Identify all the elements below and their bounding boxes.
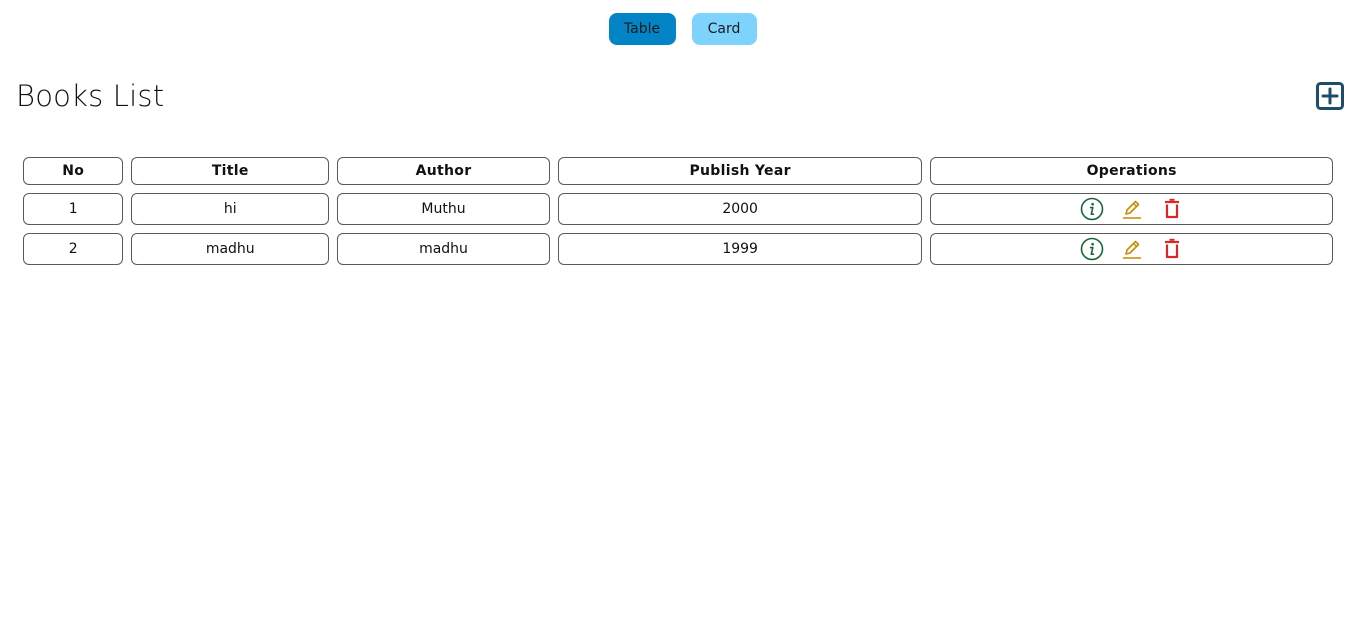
info-circle-icon[interactable]	[1080, 237, 1104, 261]
cell-title: hi	[131, 193, 330, 225]
cell-no: 2	[23, 233, 124, 265]
cell-author: Muthu	[337, 193, 550, 225]
trash-icon[interactable]	[1160, 197, 1184, 221]
add-book-button[interactable]	[1315, 81, 1345, 111]
trash-icon[interactable]	[1160, 237, 1184, 261]
table-row: 1 hi Muthu 2000	[23, 193, 1333, 225]
column-header-no: No	[23, 157, 124, 185]
column-header-title: Title	[131, 157, 330, 185]
cell-publish-year: 2000	[557, 193, 923, 225]
cell-operations	[930, 193, 1333, 225]
cell-author: madhu	[337, 233, 550, 265]
table-row: 2 madhu madhu 1999	[23, 233, 1333, 265]
pencil-edit-icon[interactable]	[1120, 237, 1144, 261]
table-view-button[interactable]: Table	[608, 13, 676, 45]
cell-publish-year: 1999	[557, 233, 923, 265]
cell-title: madhu	[131, 233, 330, 265]
page-header: Books List	[16, 78, 1345, 114]
view-toggle: Table Card	[0, 13, 1365, 45]
table-header-row: No Title Author Publish Year Operations	[23, 157, 1333, 185]
cell-no: 1	[23, 193, 124, 225]
info-circle-icon[interactable]	[1080, 197, 1104, 221]
card-view-button[interactable]: Card	[691, 13, 757, 45]
add-square-icon	[1315, 82, 1345, 114]
column-header-author: Author	[337, 157, 550, 185]
pencil-edit-icon[interactable]	[1120, 197, 1144, 221]
column-header-operations: Operations	[930, 157, 1333, 185]
page-title: Books List	[16, 79, 165, 113]
cell-operations	[930, 233, 1333, 265]
books-table: No Title Author Publish Year Operations …	[15, 149, 1341, 273]
column-header-publish-year: Publish Year	[557, 157, 923, 185]
